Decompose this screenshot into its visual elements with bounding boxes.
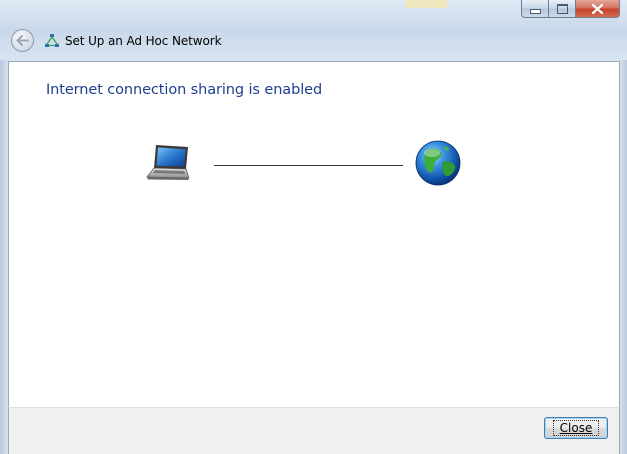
- maximize-button[interactable]: [548, 0, 575, 18]
- background-window-artifact: [405, 0, 447, 8]
- laptop-icon: [146, 145, 190, 180]
- ad-hoc-network-icon: [45, 34, 59, 47]
- back-button[interactable]: [11, 29, 34, 52]
- footer-bar: Close: [8, 407, 620, 454]
- caption-buttons: [521, 0, 620, 19]
- close-icon: [592, 3, 603, 14]
- globe-icon: [415, 140, 461, 186]
- minimize-button[interactable]: [521, 0, 548, 18]
- close-button-label: Close: [552, 420, 600, 436]
- back-arrow-icon: [16, 35, 29, 46]
- close-button[interactable]: Close: [544, 417, 608, 439]
- close-window-button[interactable]: [575, 0, 620, 18]
- connection-line: [214, 165, 403, 166]
- minimize-icon: [529, 9, 541, 14]
- maximize-icon: [556, 3, 568, 14]
- page-heading: Internet connection sharing is enabled: [46, 82, 323, 98]
- window-title: Set Up an Ad Hoc Network: [65, 34, 222, 48]
- window-border-left: [0, 60, 8, 454]
- window-border-right: [620, 60, 627, 454]
- content-pane: Internet connection sharing is enabled: [8, 61, 620, 407]
